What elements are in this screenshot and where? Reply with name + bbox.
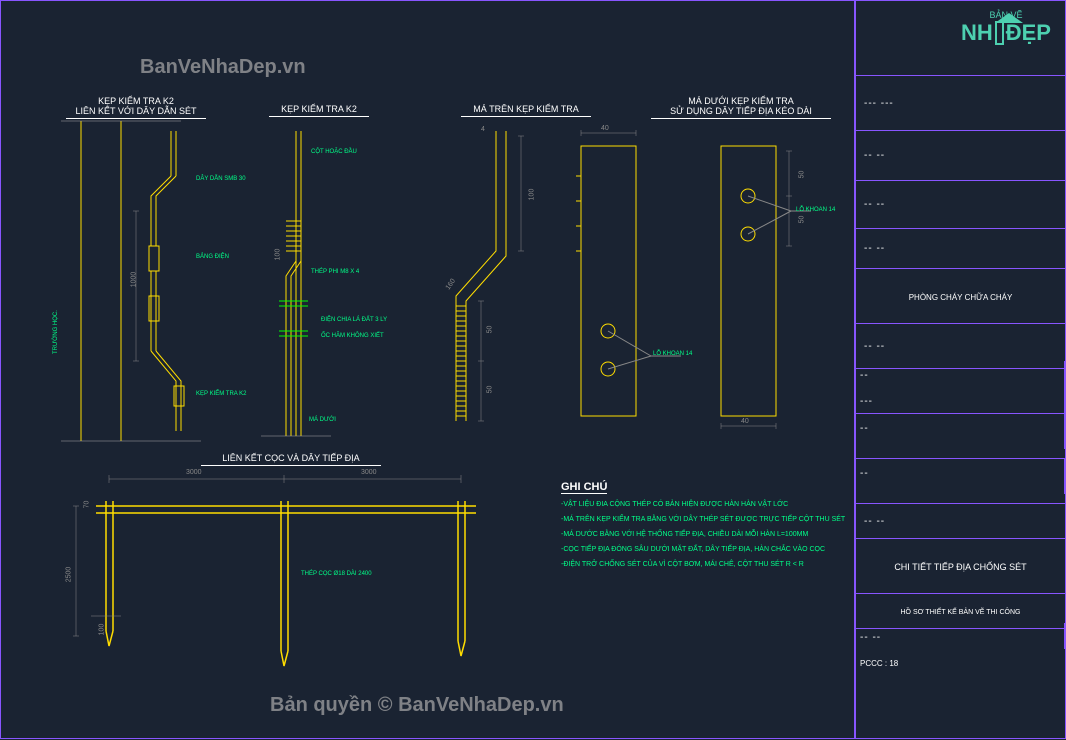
logo-nh-text: NH bbox=[961, 20, 993, 46]
tb-dashes-2: -- -- bbox=[864, 150, 1057, 161]
drawing-canvas: KẸP KIỂM TRA K2 LIÊN KẾT VỚI DÂY DẪN SÉT… bbox=[0, 0, 855, 739]
dim-3000a: 3000 bbox=[186, 469, 202, 476]
label-lo-khoan-1: LỖ KHOAN 14 bbox=[653, 351, 692, 357]
tb-dashes-3: -- -- bbox=[864, 199, 1057, 210]
dim-100: 100 bbox=[274, 249, 281, 261]
dim-40b: 40 bbox=[741, 418, 749, 425]
dim-100c: 100 bbox=[98, 624, 105, 636]
note-line-5: -ĐIỆN TRỞ CHỐNG SÉT CỦA VÌ CỘT BƠM, MÁI … bbox=[561, 561, 804, 568]
dim-50d: 50 bbox=[798, 216, 805, 224]
dim-50c: 50 bbox=[798, 171, 805, 179]
dim-40a: 40 bbox=[601, 125, 609, 132]
tb-drawing-title-text: CHI TIẾT TIẾP ĐỊA CHỐNG SÉT bbox=[864, 562, 1057, 572]
note-line-1: -VẬT LIỆU ĐIA CỘNG THÉP CÓ BẢN HIỆN ĐƯỢC… bbox=[561, 501, 788, 508]
tb-sheet-number: PCCC : 18 bbox=[860, 659, 898, 668]
dim-4: 4 bbox=[481, 126, 485, 133]
title-block: --- --- -- -- -- -- -- -- PHÒNG CHÁY CHỮ… bbox=[855, 0, 1066, 739]
dim-1000: 1000 bbox=[130, 272, 137, 288]
tb-row-6: -- -- bbox=[856, 504, 1065, 539]
label-dien-chia: ĐIỆN CHIA LÁ ĐẤT 3 LY bbox=[321, 317, 387, 323]
tb-row-4: -- -- bbox=[856, 229, 1065, 269]
logo-dep-text: ĐẸP bbox=[1006, 20, 1051, 46]
detail-1-title: KẸP KIỂM TRA K2 LIÊN KẾT VỚI DÂY DẪN SÉT bbox=[66, 96, 206, 119]
label-truong-hoc: TRƯỜNG HỌC. bbox=[53, 310, 59, 354]
house-icon bbox=[995, 21, 1004, 45]
tb-dashes-5: -- -- bbox=[864, 341, 1057, 352]
label-kep-kiem-tra: KẸP KIỂM TRA K2 bbox=[196, 391, 246, 397]
tb-row-phong-chay: PHÒNG CHÁY CHỮA CHÁY bbox=[856, 269, 1065, 324]
dim-100b: 100 bbox=[528, 189, 535, 201]
detail-3-title: MÁ TRÊN KẸP KIỂM TRA bbox=[461, 104, 591, 117]
detail-2-title: KẸP KIỂM TRA K2 bbox=[269, 104, 369, 117]
tb-dashes-6: -- -- bbox=[864, 516, 1057, 527]
tb-row-2: -- -- bbox=[856, 131, 1065, 181]
dim-2500: 2500 bbox=[65, 567, 72, 583]
label-thep-coc: THÉP CỌC Ø18 DÀI 2400 bbox=[301, 571, 372, 577]
notes-title: GHI CHÚ bbox=[561, 481, 607, 494]
label-lo-khoan-2: LỖ KHOAN 14 bbox=[796, 207, 835, 213]
detail-4-title: MÁ DƯỚI KẸP KIỂM TRA SỬ DỤNG DÂY TIẾP ĐỊ… bbox=[651, 96, 831, 119]
label-ma-duoi: MÁ DƯỚI bbox=[309, 417, 336, 423]
note-line-2: -MÁ TRÊN KẸP KIỂM TRA BẰNG VỚI DÂY THÉP … bbox=[561, 516, 845, 523]
tb-row-split-3: -- bbox=[856, 459, 1065, 504]
dim-3000b: 3000 bbox=[361, 469, 377, 476]
note-line-3: -MÁ DƯỚC BẰNG VỚI HỆ THỐNG TIẾP ĐỊA, CHI… bbox=[561, 531, 808, 538]
label-day-dan: DÂY DẪN SMB 30 bbox=[196, 176, 246, 182]
tb-phong-chay-text: PHÒNG CHÁY CHỮA CHÁY bbox=[864, 293, 1057, 302]
watermark-top: BanVeNhaDep.vn bbox=[140, 56, 306, 79]
tb-row-split-2: -- bbox=[856, 414, 1065, 459]
label-thep-phi: THÉP PHI M8 X 4 bbox=[311, 269, 359, 275]
note-line-4: -CỌC TIẾP ĐỊA ĐÓNG SÂU DƯỚI MẶT ĐẤT, DÂY… bbox=[561, 546, 825, 553]
tb-doc-type-text: HỒ SƠ THIẾT KẾ BẢN VẼ THI CÔNG bbox=[864, 609, 1057, 616]
watermark-bottom: Bản quyền © BanVeNhaDep.vn bbox=[270, 694, 564, 717]
tb-row-1: --- --- bbox=[856, 76, 1065, 131]
tb-dashes-1: --- --- bbox=[864, 98, 1057, 109]
tb-dashes-4: -- -- bbox=[864, 243, 1057, 254]
label-bang-dien: BẢNG ĐIỆN bbox=[196, 254, 229, 260]
label-ti-so: ỐC HÃM KHÔNG XIẾT bbox=[321, 333, 384, 339]
dim-50b: 50 bbox=[486, 386, 493, 394]
label-cot-hoac-dau: CỘT HOẶC ĐẦU bbox=[311, 149, 357, 155]
tb-row-sheet: -- -- PCCC : 18 bbox=[856, 629, 1065, 669]
tb-row-3: -- -- bbox=[856, 181, 1065, 229]
tb-row-split-1: -- --- bbox=[856, 369, 1065, 414]
dim-70: 70 bbox=[83, 501, 90, 509]
logo: BẢN VẼ NH ĐẸP bbox=[961, 10, 1051, 60]
dim-50a: 50 bbox=[486, 326, 493, 334]
tb-row-drawing-title: CHI TIẾT TIẾP ĐỊA CHỐNG SÉT bbox=[856, 539, 1065, 594]
detail-5-title: LIÊN KẾT CỌC VÀ DÂY TIẾP ĐỊA bbox=[201, 453, 381, 466]
